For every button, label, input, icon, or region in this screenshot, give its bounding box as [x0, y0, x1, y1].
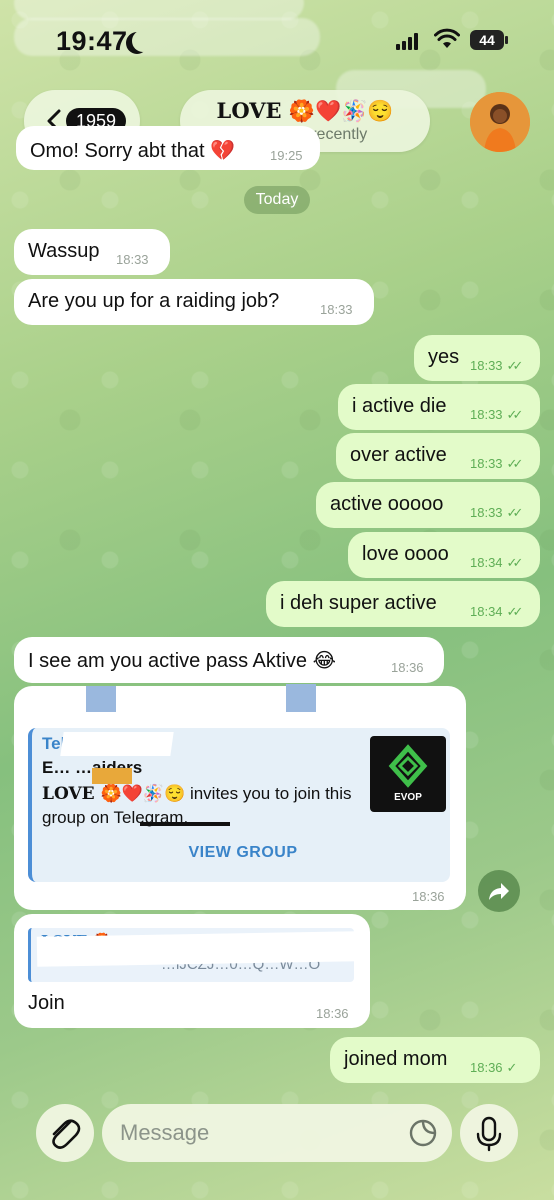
share-button[interactable] — [478, 870, 520, 912]
message-text: over active — [350, 444, 447, 466]
message-text: i active die — [352, 395, 447, 417]
read-checkmarks-icon: ✓✓ — [506, 407, 524, 422]
redaction-block — [140, 822, 230, 826]
message-time: 18:33 — [320, 302, 353, 317]
message-text: yes — [428, 346, 460, 368]
redaction-block — [92, 768, 132, 784]
date-separator: Today — [244, 186, 310, 214]
message-outgoing[interactable]: i active die 18:33 ✓✓ — [338, 384, 540, 430]
message-time: 18:34 — [470, 555, 503, 570]
reply-preview: LOVE 🏵️ …iJCZJ…0…Q…W…O — [28, 928, 358, 982]
read-checkmarks-icon: ✓✓ — [506, 358, 524, 373]
message-time: 18:33 — [470, 407, 503, 422]
read-checkmarks-icon: ✓✓ — [506, 505, 524, 520]
message-incoming[interactable]: Wassup 18:33 — [14, 229, 170, 275]
ghost-bubble — [14, 0, 304, 20]
share-arrow-icon — [489, 883, 509, 900]
link-preview-inviter: LOVE 🏵️❤️🪅😌 — [42, 784, 186, 804]
message-outgoing[interactable]: yes 18:33 ✓✓ — [414, 335, 540, 381]
message-text: love oooo — [362, 543, 449, 565]
message-outgoing[interactable]: active ooooo 18:33 ✓✓ — [316, 482, 540, 528]
message-time: 18:33 — [116, 252, 149, 267]
message-text: i deh super active — [280, 592, 437, 614]
redaction-block — [36, 931, 358, 967]
message-incoming[interactable]: LOVE 🏵️ …iJCZJ…0…Q…W…O Join 18:36 — [14, 914, 370, 1028]
attach-button[interactable] — [36, 1104, 94, 1162]
sent-checkmark-icon: ✓ — [506, 1060, 518, 1075]
message-time: 18:36 — [412, 889, 445, 904]
link-preview-card[interactable]: Telegram E… …aiders LOVE 🏵️❤️🪅😌 invites … — [28, 728, 450, 882]
sticker-icon[interactable] — [408, 1118, 438, 1148]
message-time: 18:36 — [470, 1060, 503, 1075]
message-outgoing[interactable]: love oooo 18:34 ✓✓ — [348, 532, 540, 578]
avatar-image — [470, 92, 530, 152]
wifi-icon — [434, 28, 460, 48]
redaction-block — [86, 686, 116, 712]
message-outgoing[interactable]: over active 18:33 ✓✓ — [336, 433, 540, 479]
battery-level: 44 — [470, 30, 504, 50]
message-incoming[interactable]: Omo! Sorry abt that 💔 19:25 — [16, 126, 320, 170]
message-incoming[interactable]: Are you up for a raiding job? 18:33 — [14, 279, 374, 325]
redaction-block — [152, 832, 352, 846]
message-text: Join — [28, 992, 65, 1014]
read-checkmarks-icon: ✓✓ — [506, 604, 524, 619]
message-text: I see am you active pass Aktive 😂 — [28, 650, 336, 672]
message-time: 18:33 — [470, 358, 503, 373]
message-text: Are you up for a raiding job? — [28, 290, 280, 312]
message-outgoing[interactable]: joined mom 18:36 ✓ — [330, 1037, 540, 1083]
status-time: 19:47 — [56, 26, 128, 56]
avatar[interactable] — [470, 92, 530, 152]
message-time: 18:34 — [470, 604, 503, 619]
message-outgoing[interactable]: i deh super active 18:34 ✓✓ — [266, 581, 540, 627]
message-time: 18:36 — [391, 660, 424, 675]
focus-moon-icon — [132, 30, 154, 52]
message-text: joined mom — [344, 1048, 448, 1070]
status-bar: 19:47 44 — [0, 0, 554, 108]
signal-icon — [396, 32, 420, 50]
paperclip-icon — [52, 1119, 81, 1149]
group-thumbnail: EVOP — [370, 736, 446, 812]
microphone-icon — [476, 1116, 502, 1152]
chat-title: LOVE 🏵️❤️🪅😌 — [216, 98, 394, 123]
message-time: 18:36 — [316, 1006, 349, 1021]
message-text: active ooooo — [330, 493, 444, 515]
battery-icon: 44 — [470, 30, 510, 50]
message-incoming[interactable]: I see am you active pass Aktive 😂 18:36 — [14, 637, 444, 683]
message-time: 18:33 — [470, 456, 503, 471]
thumbnail-label: EVOP — [394, 792, 422, 803]
view-group-button[interactable]: VIEW GROUP — [32, 844, 450, 870]
redaction-block — [60, 732, 174, 756]
read-checkmarks-icon: ✓✓ — [506, 555, 524, 570]
redaction-block — [116, 688, 366, 720]
read-checkmarks-icon: ✓✓ — [506, 456, 524, 471]
message-text: Wassup — [28, 240, 100, 262]
microphone-button[interactable] — [460, 1104, 518, 1162]
message-text: Omo! Sorry abt that 💔 — [30, 140, 235, 162]
redaction-block — [286, 684, 316, 712]
message-input[interactable] — [102, 1104, 452, 1162]
message-time: 19:25 — [270, 148, 303, 163]
message-time: 18:33 — [470, 505, 503, 520]
